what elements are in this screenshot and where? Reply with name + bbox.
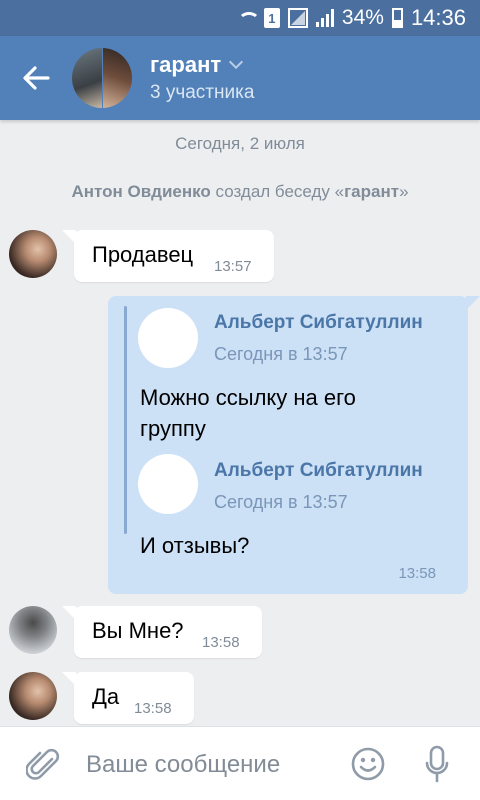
message-composer: Ваше сообщение xyxy=(0,726,480,800)
message-input[interactable]: Ваше сообщение xyxy=(86,751,280,779)
chat-members-count: 3 участника xyxy=(150,82,255,103)
avatar[interactable] xyxy=(9,606,57,654)
wifi-icon xyxy=(236,10,260,26)
sim-icon: 1 xyxy=(263,8,280,28)
avatar[interactable] xyxy=(9,672,57,720)
forwarded-text: Можно ссылку на его группу xyxy=(140,385,356,441)
avatar[interactable] xyxy=(9,230,57,278)
service-author[interactable]: Антон Овдиенко xyxy=(71,182,210,201)
signal-box-icon xyxy=(287,8,308,28)
chat-header: гарант 3 участника xyxy=(0,36,480,120)
message-text: Продавец xyxy=(92,242,194,267)
status-bar: 1 34% 14:36 xyxy=(0,0,480,36)
message-time: 13:57 xyxy=(214,258,252,275)
back-arrow-icon[interactable] xyxy=(18,58,58,98)
message-list[interactable]: Сегодня, 2 июля Антон Овдиенко создал бе… xyxy=(0,120,480,726)
clock: 14:36 xyxy=(410,5,466,30)
message-bubble[interactable]: Вы Мне? 13:58 xyxy=(62,606,262,658)
smile-icon[interactable] xyxy=(351,747,385,781)
message-time: 13:58 xyxy=(202,634,240,651)
message-bubble[interactable]: Продавец 13:57 xyxy=(62,230,274,282)
outgoing-message-bubble[interactable]: Альберт Сибгатуллин Сегодня в 13:57 Можн… xyxy=(108,296,480,594)
forwarded-author[interactable]: Альберт Сибгатуллин xyxy=(214,460,423,482)
mic-icon[interactable] xyxy=(424,745,450,785)
avatar[interactable] xyxy=(138,308,198,368)
message-bubble[interactable]: Да 13:58 xyxy=(62,672,194,724)
forwarded-date: Сегодня в 13:57 xyxy=(214,492,348,512)
battery-icon xyxy=(391,8,403,28)
forwarded-author[interactable]: Альберт Сибгатуллин xyxy=(214,312,423,334)
forwarded-date: Сегодня в 13:57 xyxy=(214,344,348,364)
service-chat-name: гарант xyxy=(344,182,400,201)
avatar[interactable] xyxy=(138,454,198,514)
service-end: » xyxy=(399,182,409,201)
attach-icon[interactable] xyxy=(25,745,60,785)
message-time: 13:58 xyxy=(398,565,436,582)
message-text: Да xyxy=(92,684,120,709)
battery-percent: 34% xyxy=(341,6,384,29)
chat-avatar[interactable] xyxy=(72,48,132,108)
date-separator: Сегодня, 2 июля xyxy=(175,134,305,153)
forwarded-text: И отзывы? xyxy=(140,533,250,558)
service-message: Антон Овдиенко создал беседу «гарант» xyxy=(0,182,480,202)
message-text: Вы Мне? xyxy=(92,618,184,643)
chat-title[interactable]: гарант xyxy=(150,52,244,78)
chat-title-text: гарант xyxy=(150,52,222,77)
forward-line xyxy=(124,306,127,534)
chevron-down-icon xyxy=(229,54,244,70)
message-time: 13:58 xyxy=(134,700,172,717)
signal-icon xyxy=(315,9,334,27)
service-action: создал беседу « xyxy=(210,182,345,201)
